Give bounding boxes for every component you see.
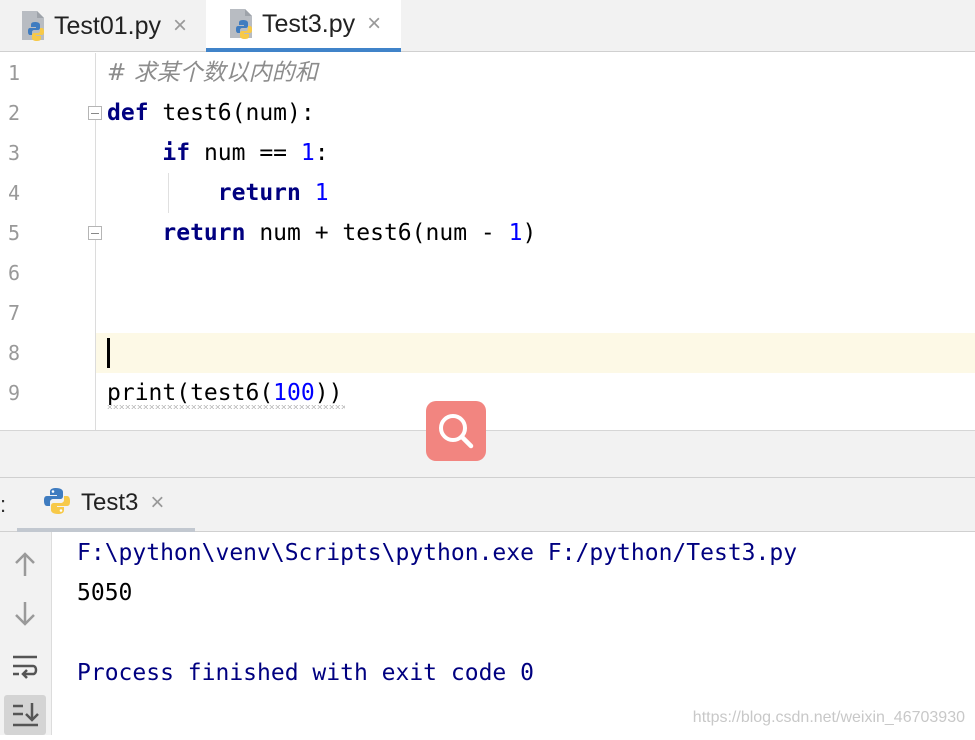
- number-literal: 1: [314, 180, 329, 206]
- close-icon[interactable]: ×: [367, 12, 381, 36]
- line-number: 1: [8, 61, 21, 85]
- fold-end-icon[interactable]: [88, 226, 102, 240]
- code-text: test6(num):: [148, 100, 315, 126]
- code-line-2: def test6(num):: [107, 93, 315, 133]
- soft-wrap-button[interactable]: [4, 646, 46, 686]
- keyword: if: [162, 140, 191, 166]
- code-line-5: return num + test6(num - 1): [107, 213, 536, 253]
- search-icon: [439, 414, 474, 449]
- line-number: 5: [8, 221, 21, 245]
- line-number: 6: [8, 261, 21, 285]
- code-line-4: return 1: [107, 173, 329, 213]
- editor-tab-bar: Test01.py × Test3.py ×: [0, 0, 975, 52]
- python-file-icon: [228, 8, 256, 40]
- scroll-to-end-icon: [13, 703, 39, 727]
- code-text: )): [314, 380, 343, 406]
- current-line-highlight: [0, 333, 975, 373]
- line-number: 3: [8, 141, 21, 165]
- watermark: https://blog.csdn.net/weixin_46703930: [692, 709, 965, 726]
- scroll-down-button[interactable]: [4, 594, 46, 634]
- python-icon: [43, 487, 71, 520]
- console-toolbar: [0, 532, 52, 735]
- line-number: 4: [8, 181, 21, 205]
- arrow-up-icon: [15, 552, 35, 576]
- number-literal: 100: [273, 380, 315, 406]
- line-number-gutter: 1 2 3 4 5 6 7 8 9: [0, 53, 96, 430]
- keyword: return: [162, 220, 246, 246]
- keyword: return: [217, 180, 301, 206]
- python-file-icon: [20, 10, 48, 42]
- soft-wrap-icon: [13, 655, 38, 679]
- text-caret: [107, 338, 110, 368]
- run-console[interactable]: F:\python\venv\Scripts\python.exe F:/pyt…: [53, 532, 975, 735]
- close-icon[interactable]: ×: [150, 491, 164, 515]
- console-output-line: 5050: [77, 580, 133, 606]
- scroll-up-button[interactable]: [4, 544, 46, 584]
- comment: # 求某个数以内的和: [107, 60, 318, 86]
- code-editor[interactable]: 1 2 3 4 5 6 7 8 9 # 求某个数以内的和 def test6(n…: [0, 53, 975, 430]
- number-literal: 1: [300, 140, 315, 166]
- tab-test01[interactable]: Test01.py ×: [0, 0, 206, 52]
- arrow-down-icon: [15, 602, 35, 626]
- code-line-1: # 求某个数以内的和: [107, 53, 318, 93]
- code-text: num ==: [190, 140, 301, 166]
- number-literal: 1: [508, 220, 523, 246]
- tab-label: Test3.py: [262, 9, 356, 38]
- warning-squiggle: [107, 405, 345, 409]
- scroll-to-end-button[interactable]: [4, 695, 46, 735]
- line-number: 8: [8, 341, 21, 365]
- code-text: print(test6(: [107, 380, 274, 406]
- run-label: :: [0, 492, 7, 517]
- run-tab-bar: : Test3 ×: [0, 478, 975, 532]
- search-button[interactable]: [426, 401, 486, 461]
- code-text: num + test6(num -: [245, 220, 509, 246]
- run-tab-test3[interactable]: Test3 ×: [17, 478, 195, 532]
- code-line-3: if num == 1:: [107, 133, 329, 173]
- console-exit-line: Process finished with exit code 0: [77, 660, 534, 686]
- close-icon[interactable]: ×: [173, 14, 187, 38]
- keyword: def: [107, 100, 149, 126]
- fold-collapse-icon[interactable]: [88, 106, 102, 120]
- panel-divider[interactable]: [0, 430, 975, 478]
- code-text: :: [314, 140, 329, 166]
- tab-label: Test01.py: [54, 11, 162, 40]
- run-tab-label: Test3: [81, 489, 139, 516]
- console-command-line: F:\python\venv\Scripts\python.exe F:/pyt…: [77, 540, 798, 566]
- line-number: 2: [8, 101, 21, 125]
- tab-test3[interactable]: Test3.py ×: [206, 0, 401, 52]
- line-number: 9: [8, 381, 21, 405]
- code-text: ): [522, 220, 537, 246]
- line-number: 7: [8, 301, 21, 325]
